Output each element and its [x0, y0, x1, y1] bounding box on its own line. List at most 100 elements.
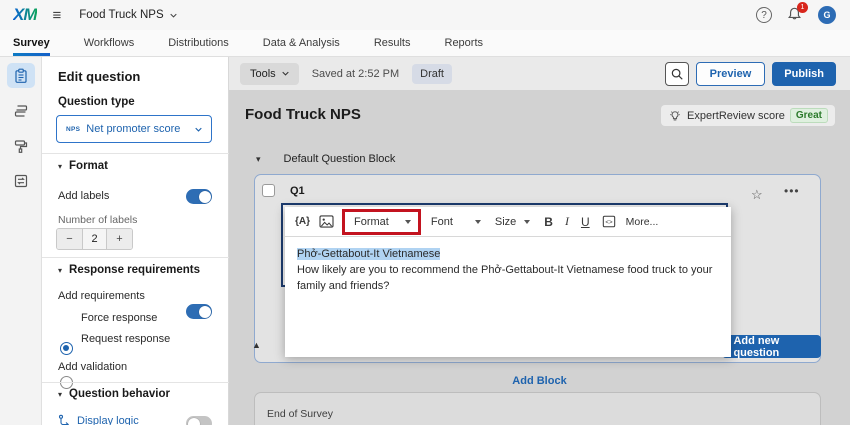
add-validation-label: Add validation — [58, 361, 127, 373]
font-dropdown[interactable]: Font — [431, 216, 481, 228]
clipboard-icon — [13, 68, 29, 84]
svg-text:<>: <> — [605, 219, 613, 226]
notification-badge: 1 — [797, 2, 808, 13]
bold-button[interactable]: B — [544, 215, 553, 229]
notifications-button[interactable]: 1 — [786, 6, 804, 24]
add-requirements-toggle[interactable] — [186, 304, 212, 319]
request-response-label: Request response — [81, 333, 170, 345]
rail-survey-builder-button[interactable] — [7, 63, 35, 88]
search-button[interactable] — [665, 62, 689, 86]
chevron-down-icon — [170, 12, 177, 19]
chevron-down-icon — [195, 126, 202, 133]
display-logic-icon — [58, 414, 71, 425]
selected-text: Phở-Gettabout-It Vietnamese — [297, 248, 440, 260]
response-requirements-title: Response requirements — [69, 264, 200, 276]
blocks-icon — [13, 103, 29, 119]
topbar-actions: ? 1 G — [756, 6, 836, 24]
avatar[interactable]: G — [818, 6, 836, 24]
force-response-radio[interactable] — [60, 342, 73, 355]
display-logic-link[interactable]: Display logic — [58, 414, 139, 425]
survey-builder-canvas: Tools Saved at 2:52 PM Draft Preview Pub… — [229, 57, 850, 425]
number-of-labels-label: Number of labels — [58, 214, 137, 226]
builder-toolbar: Tools Saved at 2:52 PM Draft Preview Pub… — [229, 57, 850, 90]
rich-text-toolbar: {A} Format Font Size B I U — [285, 207, 731, 237]
main-nav-tabbar: Survey Workflows Distributions Data & An… — [0, 30, 850, 57]
question-behavior-title: Question behavior — [69, 388, 170, 400]
caret-down-icon — [405, 220, 411, 224]
collapse-triangle-icon: ▾ — [58, 266, 62, 275]
collapse-triangle-icon: ▾ — [58, 390, 62, 399]
rail-look-and-feel-button[interactable] — [7, 133, 35, 158]
expert-review-label: ExpertReview score — [687, 110, 785, 122]
question-block-header[interactable]: ▾ Default Question Block — [256, 153, 395, 165]
piped-text-icon[interactable]: {A} — [295, 216, 310, 227]
survey-name-label: Food Truck NPS — [79, 9, 163, 21]
tab-workflows[interactable]: Workflows — [84, 30, 135, 56]
display-logic-label: Display logic — [77, 415, 139, 425]
collapse-triangle-icon: ▾ — [256, 154, 261, 165]
tab-reports[interactable]: Reports — [445, 30, 484, 56]
app-window: XM ≡ Food Truck NPS ? 1 G Survey Workflo… — [0, 0, 850, 425]
tab-data-analysis[interactable]: Data & Analysis — [263, 30, 340, 56]
font-label: Font — [431, 216, 453, 228]
preview-button[interactable]: Preview — [696, 62, 766, 86]
collapse-block-icon[interactable]: ▲ — [252, 340, 261, 350]
stepper-value: 2 — [82, 229, 107, 249]
add-block-link[interactable]: Add Block — [229, 375, 850, 387]
block-title: Default Question Block — [284, 153, 396, 165]
add-labels-toggle[interactable] — [186, 189, 212, 204]
hamburger-menu-icon[interactable]: ≡ — [53, 8, 62, 23]
help-icon[interactable]: ? — [756, 7, 772, 23]
tab-results[interactable]: Results — [374, 30, 411, 56]
source-icon[interactable]: <> — [602, 215, 616, 228]
end-of-survey-label: End of Survey — [267, 408, 333, 420]
tab-distributions[interactable]: Distributions — [168, 30, 229, 56]
question-type-dropdown[interactable]: NPS Net promoter score — [56, 115, 212, 143]
caret-down-icon — [524, 220, 530, 224]
tools-dropdown-button[interactable]: Tools — [240, 63, 299, 85]
question-behavior-section-header[interactable]: ▾ Question behavior — [58, 388, 170, 400]
format-dropdown-highlighted[interactable]: Format — [342, 209, 421, 235]
question-type-value: Net promoter score — [86, 123, 180, 135]
end-of-survey-card[interactable]: End of Survey — [254, 392, 821, 425]
star-icon[interactable]: ☆ — [751, 187, 763, 203]
size-label: Size — [495, 216, 516, 228]
tab-survey[interactable]: Survey — [13, 30, 50, 56]
lightbulb-icon — [668, 109, 682, 123]
rail-blocks-button[interactable] — [7, 98, 35, 123]
stepper-plus-button[interactable]: + — [107, 229, 132, 249]
add-new-question-label: Add new question — [733, 335, 812, 359]
size-dropdown[interactable]: Size — [495, 216, 530, 228]
xm-logo: XM — [13, 5, 37, 25]
insert-image-icon[interactable] — [319, 215, 334, 228]
format-label: Format — [354, 216, 389, 228]
format-section-title: Format — [69, 160, 108, 172]
add-validation-toggle[interactable] — [186, 416, 212, 425]
add-requirements-label: Add requirements — [58, 290, 145, 302]
question-text-editor[interactable]: Phở-Gettabout-It Vietnamese How likely a… — [285, 237, 731, 303]
page-title: Food Truck NPS — [245, 106, 361, 123]
question-type-label: Question type — [58, 96, 135, 108]
question-text: How likely are you to recommend the Phở-… — [297, 264, 712, 292]
format-section-header[interactable]: ▾ Format — [58, 160, 108, 172]
underline-button[interactable]: U — [581, 215, 590, 229]
search-icon — [670, 67, 684, 81]
survey-flow-icon — [13, 173, 29, 189]
italic-button[interactable]: I — [565, 214, 569, 229]
question-checkbox[interactable] — [262, 184, 275, 197]
expert-review-score-badge: Great — [790, 108, 828, 123]
rail-survey-flow-button[interactable] — [7, 168, 35, 193]
labels-count-stepper: − 2 + — [56, 228, 133, 250]
left-icon-rail — [0, 57, 42, 425]
add-new-question-button[interactable]: + Add new question — [722, 335, 821, 358]
expert-review-chip[interactable]: ExpertReview score Great — [661, 105, 835, 126]
draft-status-badge: Draft — [412, 64, 452, 84]
saved-status: Saved at 2:52 PM — [312, 68, 399, 80]
publish-button[interactable]: Publish — [772, 62, 836, 86]
more-menu-button[interactable]: More... — [626, 216, 659, 228]
survey-name-dropdown[interactable]: Food Truck NPS — [79, 9, 176, 21]
more-options-icon[interactable]: ••• — [784, 184, 800, 198]
nps-badge: NPS — [66, 126, 80, 133]
stepper-minus-button[interactable]: − — [57, 229, 82, 249]
response-requirements-section-header[interactable]: ▾ Response requirements — [58, 264, 200, 276]
